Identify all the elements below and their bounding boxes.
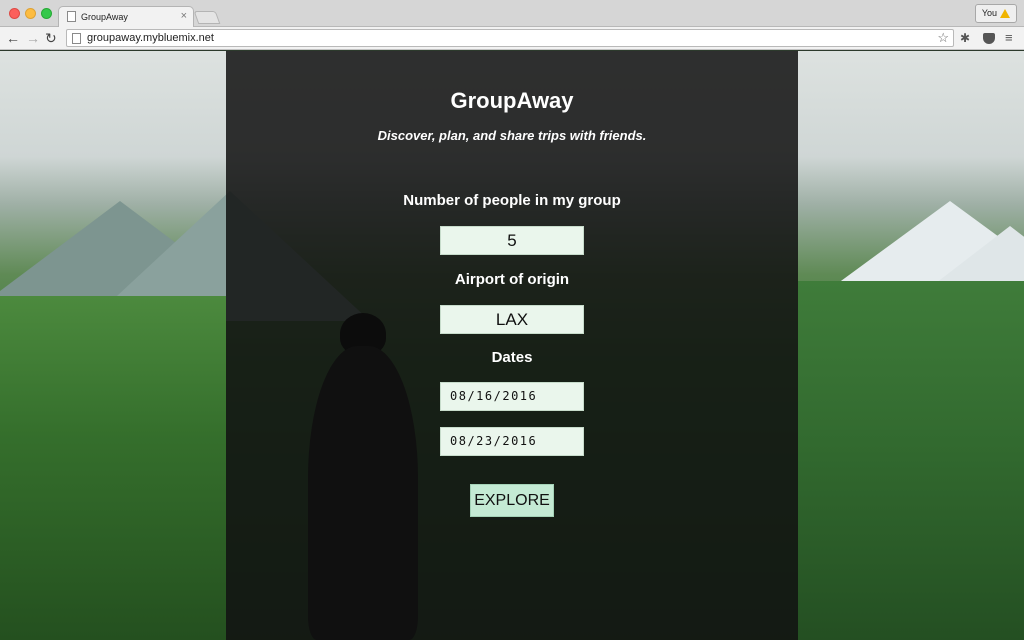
page-body: GroupAway Discover, plan, and share trip… (0, 51, 1024, 640)
page-title: GroupAway (450, 88, 574, 113)
tab-title: GroupAway (81, 12, 128, 22)
background-forest (798, 281, 1024, 640)
background-forest (0, 296, 226, 640)
menu-icon[interactable]: ≡ (1005, 30, 1013, 46)
address-bar[interactable]: groupaway.mybluemix.net ☆ (66, 29, 954, 47)
page-icon (72, 33, 81, 44)
origin-airport-input[interactable]: LAX (440, 305, 584, 334)
url-text: groupaway.mybluemix.net (87, 32, 214, 44)
tab-close-icon[interactable]: × (181, 10, 187, 22)
profile-label: You (981, 8, 997, 18)
page-tagline: Discover, plan, and share trips with fri… (377, 128, 647, 143)
extension-puzzle-icon[interactable]: ✱ (960, 30, 970, 46)
window-minimize-button[interactable] (25, 8, 36, 19)
forward-arrow-icon[interactable]: → (26, 30, 40, 46)
reload-icon[interactable]: ↻ (45, 30, 57, 46)
bookmark-star-icon[interactable]: ☆ (937, 30, 949, 46)
window-close-button[interactable] (9, 8, 20, 19)
people-label: Number of people in my group (403, 192, 621, 209)
start-date-input[interactable]: 08/16/2016 (440, 382, 584, 411)
profile-button[interactable]: You (974, 4, 1017, 23)
browser-titlebar: GroupAway × You (0, 0, 1024, 28)
pocket-icon[interactable] (983, 33, 995, 44)
background-figure (308, 346, 418, 640)
end-date-input[interactable]: 08/23/2016 (440, 427, 584, 456)
window-maximize-button[interactable] (41, 8, 52, 19)
explore-button[interactable]: EXPLORE (470, 484, 554, 517)
browser-toolbar: ← → ↻ groupaway.mybluemix.net ☆ ✱ ≡ (0, 27, 1024, 50)
people-count-input[interactable]: 5 (440, 226, 584, 255)
warning-icon (1000, 9, 1010, 18)
origin-label: Airport of origin (454, 271, 570, 288)
new-tab-button[interactable] (193, 11, 221, 24)
dates-label: Dates (491, 349, 533, 366)
back-arrow-icon[interactable]: ← (6, 30, 20, 46)
page-icon (67, 11, 76, 22)
browser-tab[interactable]: GroupAway × (58, 6, 194, 28)
